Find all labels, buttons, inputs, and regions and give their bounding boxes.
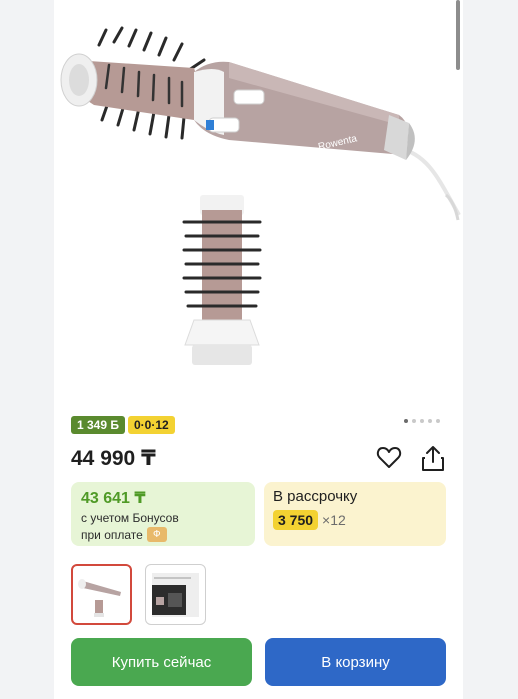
thumbnail-product-image	[78, 579, 121, 617]
bonus-price-card[interactable]: 43 641 ₸ с учетом Бонусов при оплате Ф	[71, 482, 255, 546]
buy-now-button[interactable]: Купить сейчас	[71, 638, 252, 686]
product-image[interactable]: Rowenta	[54, 0, 463, 395]
price-badges: 1 349 Б 0·0·12	[71, 416, 175, 434]
installment-title: В рассрочку	[273, 488, 358, 505]
gallery-dot	[412, 419, 416, 423]
right-margin	[463, 0, 518, 699]
scrollbar[interactable]	[456, 0, 460, 70]
thumbnail-box-image	[152, 573, 199, 617]
heart-icon[interactable]	[376, 446, 402, 470]
share-icon[interactable]	[420, 444, 446, 472]
installment-months: ×12	[322, 512, 346, 528]
bonus-price-note: с учетом Бонусов	[81, 511, 179, 525]
installment-monthly: 3 750	[273, 510, 319, 530]
add-to-cart-button[interactable]: В корзину	[265, 638, 446, 686]
installment-card[interactable]: В рассрочку 3 750 ×12	[264, 482, 446, 546]
bonus-card-icon: Ф	[146, 527, 167, 542]
gallery-dot-active	[404, 419, 408, 423]
gallery-dot	[436, 419, 440, 423]
bonus-price-amount: 43 641 ₸	[81, 490, 146, 507]
gallery-dot	[428, 419, 432, 423]
left-margin	[0, 0, 54, 699]
thumbnail-box[interactable]	[145, 564, 206, 625]
thumbnail-product[interactable]	[71, 564, 132, 625]
bonus-badge: 1 349 Б	[71, 416, 125, 434]
product-price: 44 990 ₸	[71, 447, 156, 470]
bonus-price-payment-note: при оплате	[81, 527, 143, 542]
installment-badge: 0·0·12	[128, 416, 175, 434]
gallery-pagination	[404, 419, 440, 423]
gallery-dot	[420, 419, 424, 423]
